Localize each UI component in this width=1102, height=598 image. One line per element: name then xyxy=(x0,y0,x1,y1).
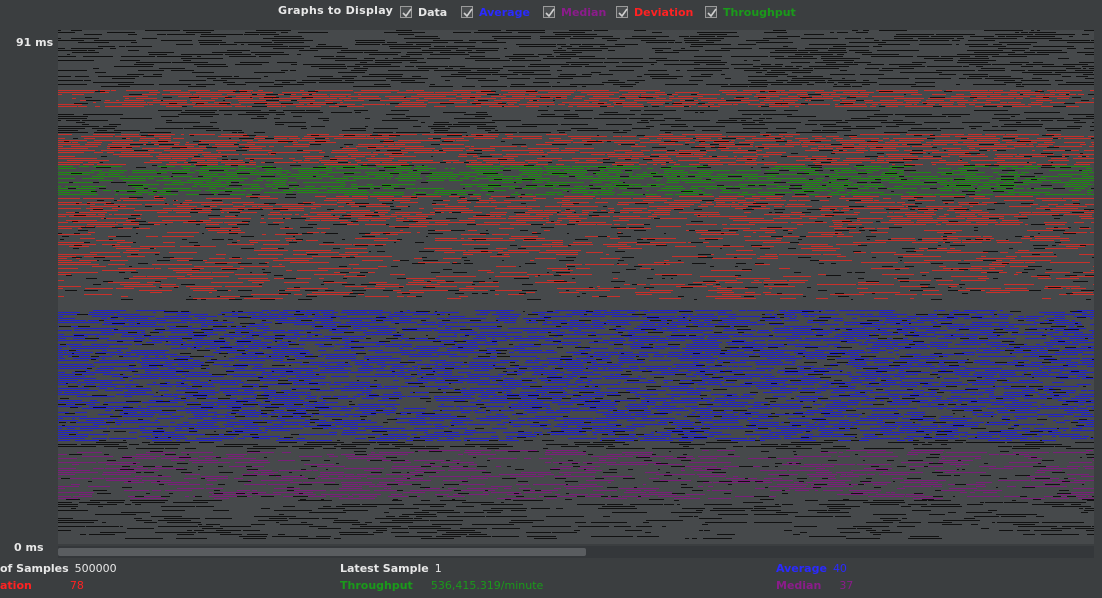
median-checkbox-label: Median xyxy=(561,5,607,19)
deviation-label: ation xyxy=(0,579,32,592)
deviation-value: 78 xyxy=(69,579,84,592)
average-series-band xyxy=(58,310,1094,441)
data-series-line xyxy=(58,500,1094,539)
deviation-series-line xyxy=(58,90,1094,107)
deviation-checkbox[interactable]: Deviation xyxy=(616,4,693,20)
average-checkbox[interactable]: Average xyxy=(461,4,530,20)
average-label: Average xyxy=(776,562,827,575)
graph-canvas xyxy=(58,30,1094,539)
throughput-value: 536,415.319/minute xyxy=(430,579,544,592)
deviation-series-band xyxy=(58,226,1094,299)
median-stat: Median 37 xyxy=(776,579,853,592)
deviation-series-line xyxy=(58,134,1094,165)
y-axis-max-label: 91 ms xyxy=(16,36,54,49)
throughput-label: Throughput xyxy=(340,579,413,592)
graphs-to-display-label: Graphs to Display xyxy=(278,4,394,17)
y-axis-min-label: 0 ms xyxy=(14,541,44,554)
data-checkbox-label: Data xyxy=(418,5,448,19)
data-series-line xyxy=(61,451,1094,500)
latest-sample-stat: Latest Sample 1 xyxy=(340,562,442,575)
samples-stat: of Samples 500000 xyxy=(0,562,117,575)
data-series-line xyxy=(58,110,1094,133)
throughput-checkbox[interactable]: Throughput xyxy=(705,4,796,20)
data-series-line xyxy=(58,30,1094,87)
throughput-stat: Throughput 536,415.319/minute xyxy=(340,579,543,592)
scrollbar-thumb[interactable] xyxy=(58,548,586,556)
data-series-band xyxy=(58,110,1094,133)
median-value: 37 xyxy=(839,579,854,592)
deviation-series-band xyxy=(58,90,1094,107)
check-icon xyxy=(705,6,717,18)
data-series-line xyxy=(58,442,1094,449)
check-icon xyxy=(543,6,555,18)
data-series-band xyxy=(58,30,1094,87)
check-icon xyxy=(461,6,473,18)
deviation-series-line xyxy=(58,226,1094,299)
average-stat: Average 40 xyxy=(776,562,847,575)
data-series-band xyxy=(58,500,1094,539)
deviation-series-band xyxy=(58,134,1094,165)
average-checkbox-label: Average xyxy=(479,5,530,19)
median-checkbox[interactable]: Median xyxy=(543,4,606,20)
average-series-line xyxy=(58,310,1094,441)
deviation-checkbox-label: Deviation xyxy=(634,5,694,19)
latest-sample-label: Latest Sample xyxy=(340,562,429,575)
data-checkbox[interactable]: Data xyxy=(400,4,447,20)
response-time-graph xyxy=(58,30,1094,544)
median-label: Median xyxy=(776,579,822,592)
deviation-stat: ation 78 xyxy=(0,579,84,592)
average-value: 40 xyxy=(832,562,847,575)
throughput-checkbox-label: Throughput xyxy=(723,5,796,19)
data-series-band xyxy=(58,442,1094,449)
check-icon xyxy=(616,6,628,18)
samples-label: of Samples xyxy=(0,562,69,575)
horizontal-scrollbar[interactable] xyxy=(58,546,1094,558)
graphs-to-display-toolbar: Graphs to Display Data Average Median De… xyxy=(0,0,1102,24)
check-icon xyxy=(400,6,412,18)
latest-sample-value: 1 xyxy=(434,562,442,575)
samples-value: 500000 xyxy=(74,562,117,575)
